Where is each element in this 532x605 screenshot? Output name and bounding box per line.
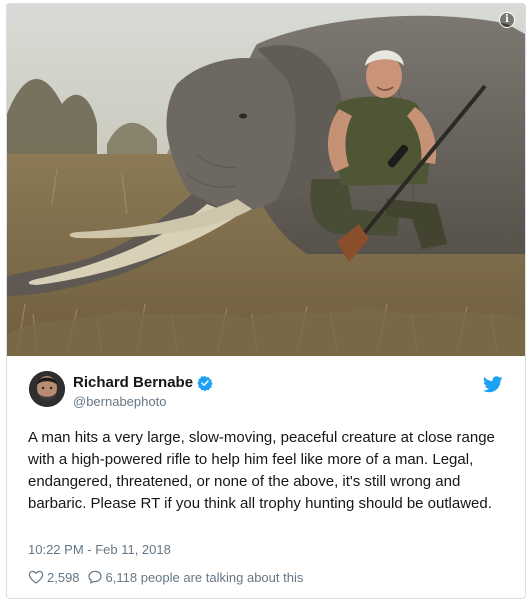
tweet-content: Richard Bernabe @bernabephoto A man hits… <box>7 356 525 598</box>
info-icon[interactable]: i <box>499 12 515 28</box>
tweet-photo[interactable]: i <box>7 4 525 356</box>
user-handle[interactable]: @bernabephoto <box>73 394 166 409</box>
tweet-actions: 2,598 6,118 people are talking about thi… <box>28 569 310 585</box>
display-name[interactable]: Richard Bernabe <box>73 374 193 391</box>
like-action[interactable]: 2,598 <box>28 569 80 585</box>
verified-badge-icon <box>197 375 213 391</box>
avatar[interactable] <box>29 371 65 407</box>
tweet-timestamp[interactable]: 10:22 PM - Feb 11, 2018 <box>28 542 171 557</box>
reply-action[interactable]: 6,118 people are talking about this <box>87 569 304 585</box>
hunter-with-elephant-photo <box>7 4 525 356</box>
tweet-text: A man hits a very large, slow-moving, pe… <box>28 429 495 512</box>
conversation-count: 6,118 people are talking about this <box>105 569 304 585</box>
like-count: 2,598 <box>47 569 80 585</box>
speech-bubble-icon <box>87 570 102 584</box>
heart-icon <box>28 570 44 584</box>
embedded-tweet-card[interactable]: i Richard Bernabe @bernabephoto A man hi… <box>6 3 526 599</box>
twitter-bird-icon[interactable] <box>483 376 503 393</box>
